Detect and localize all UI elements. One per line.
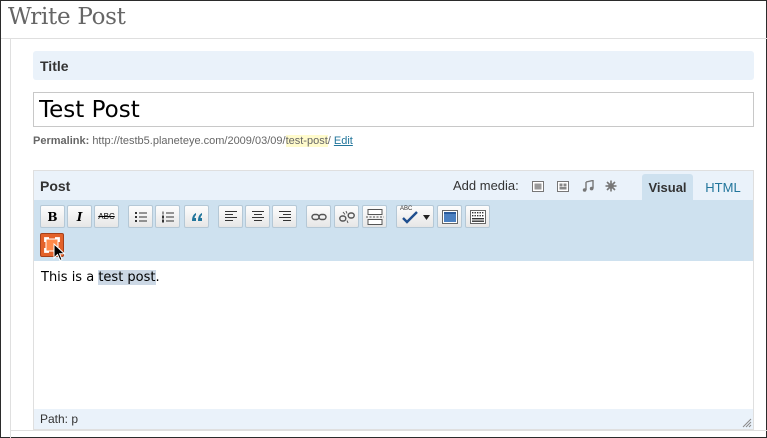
tab-visual[interactable]: Visual — [642, 174, 693, 200]
link-button[interactable] — [306, 205, 331, 228]
blockquote-button[interactable] — [184, 205, 209, 228]
add-image-icon[interactable] — [532, 180, 544, 192]
bold-icon: B — [47, 209, 58, 224]
kitchen-sink-button[interactable] — [465, 205, 490, 228]
permalink-slug: test-post — [285, 135, 328, 147]
heading-rule — [1, 38, 767, 39]
permalink-label: Permalink: — [33, 135, 90, 147]
post-content-area[interactable]: This is a test post. — [34, 261, 753, 409]
strikethrough-button[interactable]: ABC — [94, 205, 119, 228]
align-right-icon — [278, 211, 291, 221]
add-media-icon[interactable] — [605, 180, 617, 192]
spellcheck-abc-label: ABC — [400, 206, 413, 212]
resize-grip-icon[interactable] — [742, 418, 752, 428]
editor-header: Post Add media: Visual HTML — [34, 171, 753, 200]
strikethrough-icon: ABC — [98, 212, 115, 221]
permalink-suffix: / — [327, 135, 331, 147]
blockquote-icon — [191, 212, 202, 221]
chevron-down-icon — [423, 215, 430, 220]
title-header: Title — [33, 51, 754, 80]
permalink-row: Permalink: http://testb5.planeteye.com/2… — [33, 135, 353, 147]
wrap-bottom-rule — [10, 430, 767, 431]
align-left-icon — [224, 211, 237, 221]
spellcheck-button[interactable]: ABC — [396, 205, 434, 228]
mouse-cursor-icon — [53, 243, 66, 262]
align-left-button[interactable] — [218, 205, 243, 228]
unlink-button[interactable] — [334, 205, 359, 228]
align-center-button[interactable] — [245, 205, 270, 228]
wrap-left-rule — [10, 39, 11, 438]
content-text-end: . — [155, 270, 160, 285]
editor-toolbar: B I ABC ABC — [34, 200, 753, 262]
insert-more-icon — [365, 208, 384, 225]
page-heading: Write Post — [8, 4, 126, 30]
ordered-list-icon — [161, 211, 174, 222]
add-video-icon[interactable] — [557, 180, 569, 192]
bold-button[interactable]: B — [40, 205, 65, 228]
post-editor: Post Add media: Visual HTML B I ABC ABC … — [33, 170, 754, 430]
post-label: Post — [40, 178, 71, 194]
unordered-list-button[interactable] — [128, 205, 153, 228]
italic-icon: I — [76, 209, 83, 224]
add-media-label: Add media: — [453, 178, 519, 193]
permalink-base-url: http://testb5.planeteye.com/2009/03/09/ — [92, 135, 286, 147]
element-path: Path: p — [40, 412, 79, 426]
italic-button[interactable]: I — [67, 205, 92, 228]
permalink-edit-link[interactable]: Edit — [334, 135, 353, 147]
link-icon — [310, 213, 327, 220]
fullscreen-wide-button[interactable] — [437, 205, 462, 228]
add-audio-icon[interactable] — [582, 180, 594, 192]
unordered-list-icon — [134, 211, 147, 222]
title-label: Title — [40, 58, 69, 74]
align-center-icon — [251, 211, 264, 221]
align-right-button[interactable] — [272, 205, 297, 228]
insert-more-button[interactable] — [362, 205, 387, 228]
content-text: This is a — [41, 270, 99, 285]
unlink-icon — [338, 210, 355, 223]
tab-html[interactable]: HTML — [698, 174, 748, 200]
ordered-list-button[interactable] — [155, 205, 180, 228]
window-icon — [441, 209, 458, 224]
content-selected-text: test post — [98, 270, 156, 285]
kitchen-sink-icon — [469, 209, 486, 224]
editor-status-bar: Path: p — [34, 409, 753, 429]
title-input[interactable] — [33, 92, 754, 127]
